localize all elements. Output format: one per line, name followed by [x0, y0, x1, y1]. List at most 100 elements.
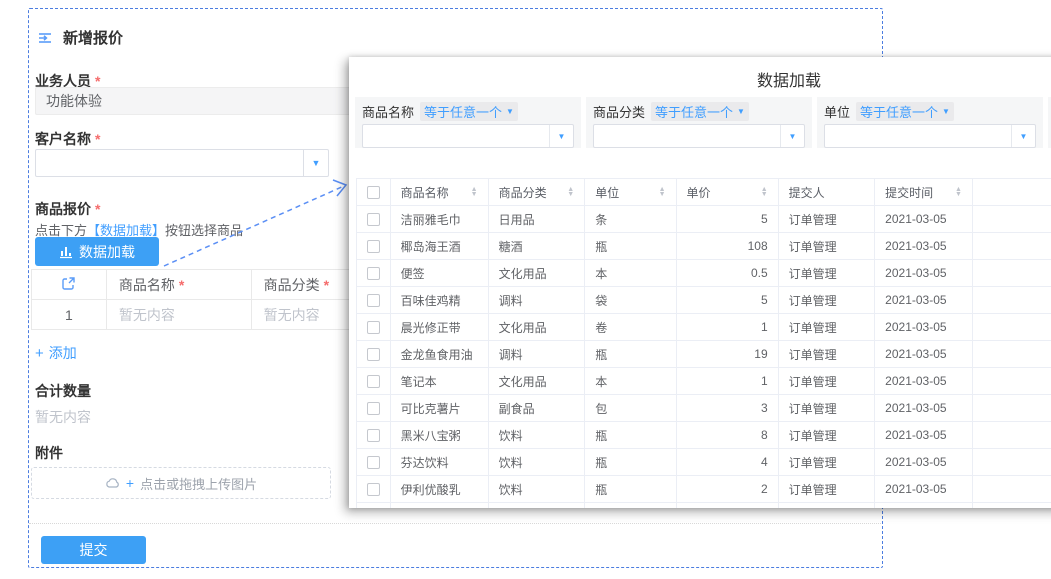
table-cell: 文化用品 — [488, 368, 585, 395]
table-cell: 饮料 — [488, 422, 585, 449]
table-cell: 可比克薯片 — [390, 395, 488, 422]
table-row[interactable]: 可比克薯片副食品包3订单管理2021-03-05 — [357, 395, 1051, 422]
table-cell: 订单管理 — [778, 233, 875, 260]
plus-icon: + — [126, 475, 134, 491]
chevron-down-icon: ▼ — [737, 107, 745, 116]
column-header-label: 商品分类 — [499, 184, 547, 201]
table-row[interactable]: 椰岛海王酒糖酒瓶108订单管理2021-03-05 — [357, 233, 1051, 260]
expand-external-link-icon[interactable] — [61, 276, 76, 291]
filter-panel: 商品名称等于任意一个▼▼ — [355, 97, 581, 148]
table-cell: 订单管理 — [778, 314, 875, 341]
table-cell: 4 — [676, 449, 778, 476]
table-cell: 糖酒 — [488, 233, 585, 260]
add-row-button[interactable]: + 添加 — [35, 343, 77, 363]
table-cell: 订单管理 — [778, 206, 875, 233]
table-cell: 19 — [676, 341, 778, 368]
table-row[interactable]: 晨光修正带文化用品卷1订单管理2021-03-05 — [357, 314, 1051, 341]
table-cell: 文化用品 — [488, 314, 585, 341]
column-header-label: 单价 — [687, 184, 711, 201]
table-cell: 订单管理 — [778, 368, 875, 395]
total-quantity-label: 合计数量 — [35, 381, 91, 401]
required-mark: * — [95, 201, 100, 217]
chevron-down-icon: ▼ — [549, 125, 573, 147]
table-row[interactable]: 黑米八宝粥饮料瓶8订单管理2021-03-05 — [357, 422, 1051, 449]
table-row[interactable]: 洁丽雅毛巾日用品条5订单管理2021-03-05 — [357, 206, 1051, 233]
data-load-button[interactable]: 数据加载 — [35, 237, 159, 266]
table-cell: 瓶 — [585, 233, 676, 260]
table-cell — [972, 260, 1051, 287]
table-row[interactable]: 笔记本文化用品本1订单管理2021-03-05 — [357, 368, 1051, 395]
modal-title: 数据加载 — [349, 67, 1051, 91]
table-cell — [972, 314, 1051, 341]
table-cell: 瓶 — [585, 422, 676, 449]
form-list-icon — [37, 30, 53, 46]
filter-operator-dropdown[interactable]: 等于任意一个▼ — [856, 102, 954, 121]
table-cell: 2021-03-05 — [875, 233, 973, 260]
row-checkbox[interactable] — [367, 240, 380, 253]
row-checkbox[interactable] — [367, 348, 380, 361]
table-cell: 订单管理 — [778, 341, 875, 368]
table-row[interactable]: 便签文化用品本0.5订单管理2021-03-05 — [357, 260, 1051, 287]
product-name-cell[interactable]: 暂无内容 — [106, 300, 251, 330]
table-cell — [972, 395, 1051, 422]
footer-divider — [29, 523, 881, 524]
table-cell: 洁丽雅毛巾 — [390, 206, 488, 233]
table-cell: 3 — [676, 395, 778, 422]
filter-value-select[interactable]: ▼ — [824, 124, 1036, 148]
table-cell: 本 — [585, 368, 676, 395]
select-all-checkbox[interactable] — [367, 186, 380, 199]
table-cell: 订单管理 — [778, 287, 875, 314]
table-cell — [972, 449, 1051, 476]
row-checkbox[interactable] — [367, 456, 380, 469]
filter-operator-dropdown[interactable]: 等于任意一个▼ — [420, 102, 518, 121]
table-cell: 文化用品 — [488, 260, 585, 287]
submit-button[interactable]: 提交 — [41, 536, 146, 564]
row-checkbox[interactable] — [367, 429, 380, 442]
row-checkbox[interactable] — [367, 213, 380, 226]
table-cell: 便签 — [390, 260, 488, 287]
sort-icon[interactable]: ▲▼ — [659, 187, 666, 197]
table-header-row: 商品名称▲▼商品分类▲▼单位▲▼单价▲▼提交人提交时间▲▼ — [357, 179, 1051, 206]
table-cell — [972, 341, 1051, 368]
chevron-down-icon: ▼ — [780, 125, 804, 147]
sort-icon[interactable]: ▲▼ — [567, 187, 574, 197]
table-cell — [972, 368, 1051, 395]
table-cell: 金龙鱼食用油 — [390, 341, 488, 368]
sort-icon[interactable]: ▲▼ — [471, 187, 478, 197]
table-cell: 伊利优酸乳 — [390, 476, 488, 503]
column-header-label: 提交时间 — [885, 184, 933, 201]
sort-icon[interactable]: ▲▼ — [955, 187, 962, 197]
row-checkbox[interactable] — [367, 375, 380, 388]
table-cell: 8 — [676, 422, 778, 449]
row-checkbox[interactable] — [367, 483, 380, 496]
table-row[interactable]: 芬达饮料饮料瓶4订单管理2021-03-05 — [357, 449, 1051, 476]
bar-chart-icon — [59, 245, 73, 259]
table-cell: 2021-03-05 — [875, 260, 973, 287]
filter-value-select[interactable]: ▼ — [362, 124, 574, 148]
upload-dropzone[interactable]: + 点击或拖拽上传图片 — [31, 467, 331, 499]
sort-icon[interactable]: ▲▼ — [761, 187, 768, 197]
table-cell: 芬达饮料 — [390, 449, 488, 476]
row-checkbox[interactable] — [367, 267, 380, 280]
filter-value-select[interactable]: ▼ — [593, 124, 805, 148]
table-cell: 晨光修正带 — [390, 314, 488, 341]
table-cell: 订单管理 — [778, 422, 875, 449]
table-cell — [972, 287, 1051, 314]
table-row[interactable]: 伊利优酸乳饮料瓶2订单管理2021-03-05 — [357, 476, 1051, 503]
cloud-upload-icon — [105, 477, 120, 489]
plus-icon: + — [35, 345, 44, 362]
table-cell: 订单管理 — [778, 449, 875, 476]
row-checkbox[interactable] — [367, 321, 380, 334]
filter-operator-dropdown[interactable]: 等于任意一个▼ — [651, 102, 749, 121]
table-row[interactable]: 金龙鱼食用油调料瓶19订单管理2021-03-05 — [357, 341, 1051, 368]
table-cell: 5 — [676, 287, 778, 314]
table-cell: 2 — [676, 476, 778, 503]
row-checkbox[interactable] — [367, 294, 380, 307]
attachment-label: 附件 — [35, 443, 63, 463]
table-row[interactable]: 百味佳鸡精调料袋5订单管理2021-03-05 — [357, 287, 1051, 314]
table-cell: 1 — [676, 368, 778, 395]
table-cell: 2021-03-05 — [875, 314, 973, 341]
row-checkbox[interactable] — [367, 402, 380, 415]
modal-filters: 商品名称等于任意一个▼▼商品分类等于任意一个▼▼单位等于任意一个▼▼▼ — [355, 97, 1051, 148]
table-cell: 5 — [676, 206, 778, 233]
